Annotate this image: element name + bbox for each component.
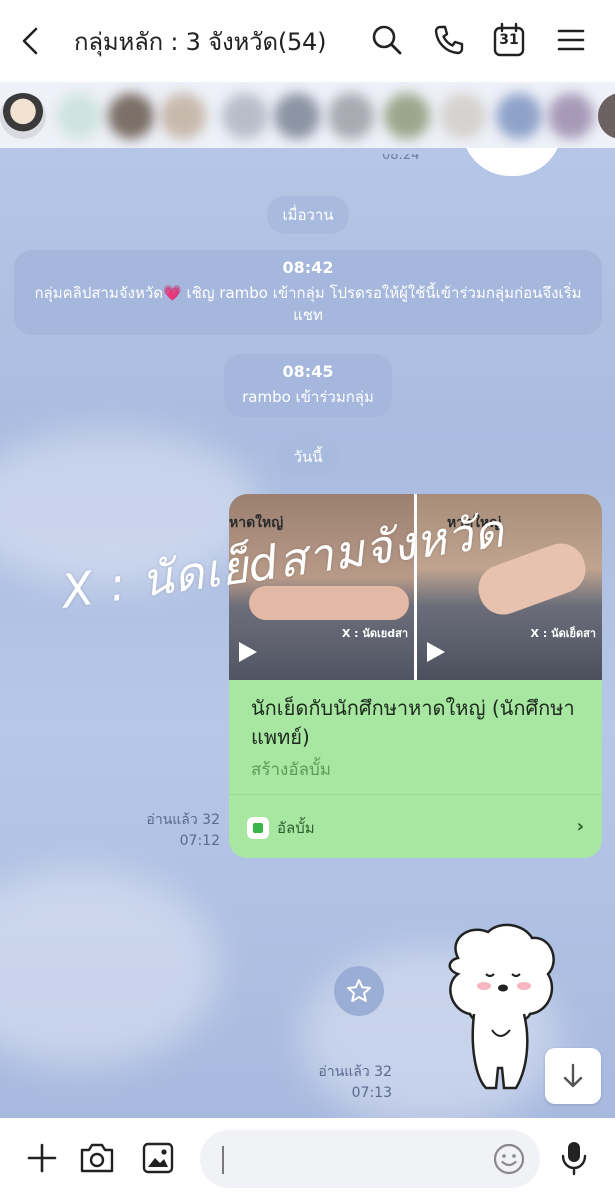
chat-header: กลุ่มหลัก : 3 จังหวัด(54) 31: [0, 0, 615, 82]
avatar[interactable]: [496, 93, 542, 139]
avatar[interactable]: [548, 93, 594, 139]
avatar[interactable]: [274, 93, 320, 139]
gallery-button[interactable]: [136, 1136, 180, 1180]
avatar[interactable]: [384, 93, 430, 139]
system-message-text: rambo เข้าร่วมกลุ่ม: [242, 388, 374, 406]
arrow-down-icon: [563, 1063, 583, 1088]
sticker-partial: [462, 148, 562, 176]
message-input[interactable]: [200, 1130, 540, 1188]
album-title: นักเย็ดกับนักศึกษาหาดใหญ่ (นักศึกษาแพทย์…: [251, 696, 575, 749]
date-separator: วันนี้: [278, 438, 338, 476]
camera-button[interactable]: [75, 1136, 119, 1180]
album-subtitle: สร้างอัลบั้ม: [251, 760, 331, 780]
call-button[interactable]: [426, 17, 472, 63]
chat-message-area[interactable]: 08:24 เมื่อวาน 08:42 กลุ่มคลิปสามจังหวัด…: [0, 148, 615, 1118]
member-avatar-strip[interactable]: [0, 82, 615, 148]
calendar-button[interactable]: 31: [486, 17, 532, 63]
read-count: อ่านแล้ว 32: [146, 812, 220, 828]
system-message-time: 08:45: [282, 362, 334, 381]
avatar[interactable]: [56, 93, 102, 139]
calendar-day-label: 31: [499, 32, 519, 48]
divider: [229, 794, 602, 795]
system-message: 08:42 กลุ่มคลิปสามจังหวัด💗 เชิญ rambo เข…: [14, 250, 602, 335]
message-composer-bar: [0, 1118, 615, 1200]
chat-title[interactable]: กลุ่มหลัก : 3 จังหวัด(54): [74, 22, 326, 61]
avatar[interactable]: [108, 93, 154, 139]
message-time: 07:13: [351, 1085, 392, 1101]
add-button[interactable]: [20, 1136, 64, 1180]
favorite-button[interactable]: [334, 966, 384, 1016]
avatar[interactable]: [328, 93, 374, 139]
avatar[interactable]: [440, 93, 486, 139]
search-button[interactable]: [364, 17, 410, 63]
message-time: 07:12: [179, 833, 220, 849]
chevron-left-icon: [22, 27, 38, 55]
system-message-time: 08:42: [282, 258, 334, 277]
read-receipt: อ่านแล้ว 32 07:13: [292, 1062, 392, 1104]
camera-icon: [80, 1143, 114, 1173]
bear-sticker: [448, 923, 555, 1090]
scroll-to-bottom-button[interactable]: [545, 1048, 601, 1104]
microphone-icon: [561, 1142, 587, 1176]
thumbnail-watermark: X : นัดเย็ดสา: [530, 627, 596, 640]
avatar[interactable]: [160, 93, 206, 139]
album-footer-label: อัลบั้ม: [277, 819, 315, 837]
text-cursor: [222, 1146, 224, 1174]
avatar[interactable]: [598, 93, 615, 139]
system-message: 08:45 rambo เข้าร่วมกลุ่ม: [224, 354, 392, 417]
star-icon: [347, 979, 371, 1002]
read-count: อ่านแล้ว 32: [318, 1064, 392, 1080]
back-button[interactable]: [0, 0, 60, 82]
top-time-partial: 08:24: [382, 154, 420, 163]
avatar[interactable]: [222, 93, 268, 139]
play-icon: [427, 642, 445, 662]
voice-button[interactable]: [552, 1136, 596, 1180]
phone-icon: [434, 25, 464, 55]
emoji-button[interactable]: [492, 1142, 526, 1176]
menu-button[interactable]: [548, 17, 594, 63]
hamburger-menu-icon: [557, 29, 585, 51]
chevron-right-icon[interactable]: ›: [577, 816, 584, 837]
date-separator: เมื่อวาน: [267, 196, 349, 234]
image-icon: [142, 1142, 174, 1174]
search-icon: [372, 25, 402, 55]
album-footer-link[interactable]: อัลบั้ม: [247, 816, 315, 840]
thumbnail-watermark: X : นัดเยdสา: [341, 627, 408, 640]
background-cloud: [0, 868, 220, 1068]
play-icon: [239, 642, 257, 662]
album-icon: [247, 817, 269, 839]
system-message-text: กลุ่มคลิปสามจังหวัด💗 เชิญ rambo เข้ากลุ่…: [34, 284, 582, 324]
smiley-icon: [493, 1143, 525, 1175]
plus-icon: [27, 1143, 57, 1173]
avatar[interactable]: [0, 93, 46, 139]
read-receipt: อ่านแล้ว 32 07:12: [120, 810, 220, 852]
